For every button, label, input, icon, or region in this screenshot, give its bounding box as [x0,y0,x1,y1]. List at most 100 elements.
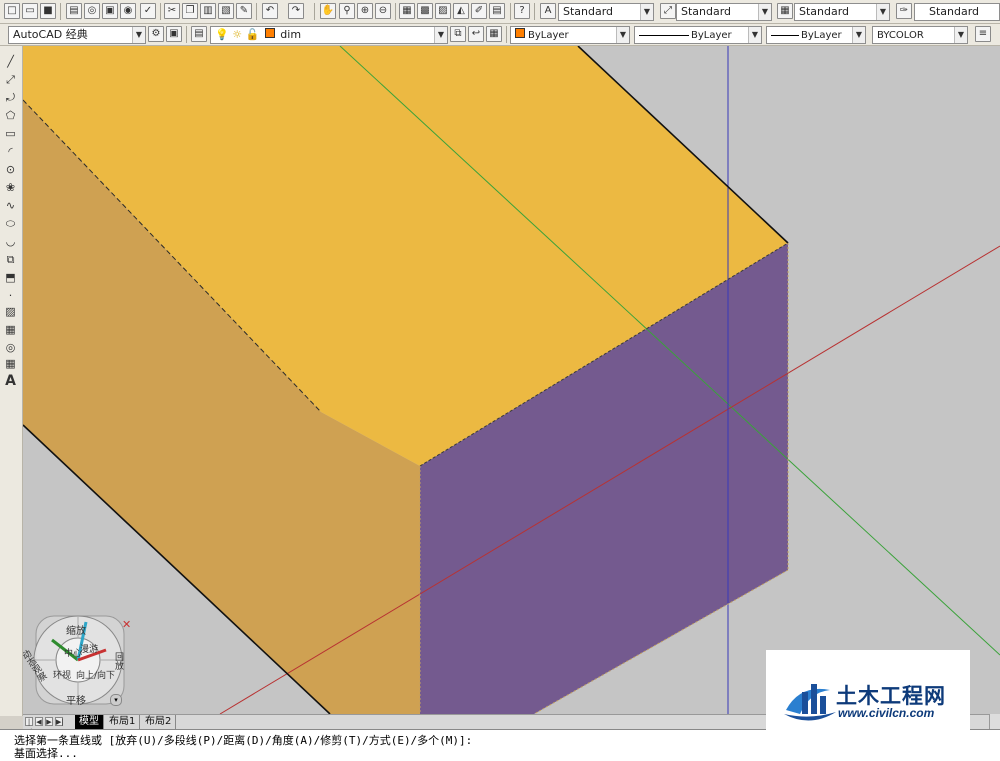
text-style-select[interactable]: Standard ▼ [558,3,654,21]
tab-layout2[interactable]: 布局2 [141,715,177,729]
prev-tab-icon[interactable]: ◀ [35,717,43,726]
markup-icon[interactable]: ✐ [471,3,487,19]
layer-previous-icon[interactable]: ↩ [468,26,484,42]
pan-realtime-icon[interactable]: ✋ [320,3,336,19]
block-editor-icon[interactable]: ✎ [236,3,252,19]
wheel-walk-label[interactable]: 漫游 [80,642,98,655]
insert-block-icon[interactable]: ⧉ [3,252,18,267]
point-icon[interactable]: · [3,288,18,303]
make-block-icon[interactable]: ⬒ [3,270,18,285]
plotstyle-select[interactable]: BYCOLOR ▼ [872,26,968,44]
region-icon[interactable]: ◎ [3,340,18,355]
zoom-previous-icon[interactable]: ⊖ [375,3,391,19]
draw-toolbar: ╱ ⤢ ⤾ ⬠ ▭ ◜ ⊙ ❀ ∿ ⬭ ◡ ⧉ ⬒ · ▨ ▦ ◎ ▦ A [0,46,23,716]
text-style-value: Standard [563,5,614,18]
construction-line-icon[interactable]: ⤢ [3,72,18,87]
lineweight-select[interactable]: ByLayer ▼ [766,26,866,44]
tab-model[interactable]: 模型 [75,715,104,729]
arc-icon[interactable]: ◜ [3,144,18,159]
horizontal-scrollbar[interactable] [989,714,1000,729]
publish-icon[interactable]: ▣ [102,3,118,19]
plotstyle-value: BYCOLOR [877,30,924,41]
table-style-icon[interactable]: ▦ [777,3,793,19]
text-style-icon[interactable]: A [540,3,556,19]
workspace-save-icon[interactable]: ▣ [166,26,182,42]
polygon-icon[interactable]: ⬠ [3,108,18,123]
tab-layout1[interactable]: 布局1 [105,715,141,729]
watermark: 土木工程网 www.civilcn.com [766,650,970,741]
multiline-text-icon[interactable]: A [3,374,18,389]
line-icon[interactable]: ╱ [3,54,18,69]
steering-wheel[interactable]: ✕ 缩放 动态观察 回放 中心 漫游 环视 向上/向下 平移 ▾ [23,612,132,712]
ellipse-arc-icon[interactable]: ◡ [3,234,18,249]
zoom-realtime-icon[interactable]: ⚲ [339,3,355,19]
spline-icon[interactable]: ∿ [3,198,18,213]
layer-value: dim [280,28,302,41]
table-icon[interactable]: ▦ [3,356,18,371]
properties-icon[interactable]: ▦ [399,3,415,19]
wheel-lookup-label[interactable]: 向上/向下 [76,668,115,681]
wheel-zoom-label[interactable]: 缩放 [66,622,86,637]
cut-icon[interactable]: ✂ [164,3,180,19]
etransmit-icon[interactable]: ✓ [140,3,156,19]
layer-color-swatch [264,28,275,38]
paste-icon[interactable]: ▥ [200,3,216,19]
quickcalc-icon[interactable]: ▤ [489,3,505,19]
chevron-down-icon: ▼ [758,4,771,20]
dim-style-icon[interactable]: ⤢ [660,3,676,19]
wheel-look-label[interactable]: 环视 [53,668,71,681]
make-object-layer-current-icon[interactable]: ⧉ [450,26,466,42]
workspace-select[interactable]: AutoCAD 经典 ▼ [8,26,146,44]
wheel-menu-icon[interactable]: ▾ [110,694,122,706]
plot-icon[interactable]: ▤ [66,3,82,19]
multileader-style-select[interactable]: Standard [914,3,1000,21]
hatch-icon[interactable]: ▨ [3,304,18,319]
polyline-icon[interactable]: ⤾ [3,90,18,105]
design-center-icon[interactable]: ▩ [417,3,433,19]
standard-toolbar: □ ▭ ■ ▤ ◎ ▣ ◉ ✓ ✂ ❐ ▥ ▧ ✎ ↶ ↷ ✋ ⚲ ⊕ ⊖ ▦ … [0,0,1000,24]
color-select[interactable]: ByLayer ▼ [510,26,630,44]
workspace-value: AutoCAD 经典 [13,28,88,41]
linetype-sample [639,34,689,36]
sheet-set-icon[interactable]: ◭ [453,3,469,19]
next-tab-icon[interactable]: ▶ [45,717,53,726]
last-tab-icon[interactable]: ▶| [55,717,64,726]
3d-dwf-icon[interactable]: ◉ [120,3,136,19]
save-icon[interactable]: ■ [40,3,56,19]
toolbar-overflow-icon[interactable]: ≡ [975,26,991,42]
layer-manager-icon[interactable]: ▤ [191,26,207,42]
tool-palettes-icon[interactable]: ▨ [435,3,451,19]
zoom-window-icon[interactable]: ⊕ [357,3,373,19]
command-prompt-line: 基面选择... [14,747,78,760]
watermark-url: www.civilcn.com [838,706,935,720]
open-icon[interactable]: ▭ [22,3,38,19]
chevron-down-icon: ▼ [876,4,889,20]
color-swatch [515,28,525,38]
layer-state-icon[interactable]: ▦ [486,26,502,42]
layer-select[interactable]: 💡 ☼ 🔓 dim ▼ [210,26,448,44]
match-properties-icon[interactable]: ▧ [218,3,234,19]
help-icon[interactable]: ? [514,3,530,19]
dim-style-select[interactable]: Standard ▼ [676,3,772,21]
linetype-select[interactable]: ByLayer ▼ [634,26,762,44]
revision-cloud-icon[interactable]: ❀ [3,180,18,195]
workspace-settings-icon[interactable]: ⚙ [148,26,164,42]
dim-style-value: Standard [681,5,732,18]
multileader-style-icon[interactable]: ✑ [896,3,912,19]
redo-icon[interactable]: ↷ [288,3,304,19]
undo-icon[interactable]: ↶ [262,3,278,19]
wheel-pan-label[interactable]: 平移 [66,692,86,707]
rectangle-icon[interactable]: ▭ [3,126,18,141]
plot-preview-icon[interactable]: ◎ [84,3,100,19]
circle-icon[interactable]: ⊙ [3,162,18,177]
gradient-icon[interactable]: ▦ [3,322,18,337]
watermark-logo-icon [784,684,836,721]
ellipse-icon[interactable]: ⬭ [3,216,18,231]
table-style-select[interactable]: Standard ▼ [794,3,890,21]
first-tab-icon[interactable]: |◀ [25,717,33,735]
chevron-down-icon: ▼ [954,27,967,43]
drawing-viewport[interactable]: ✕ 缩放 动态观察 回放 中心 漫游 环视 向上/向下 平移 ▾ [23,46,1000,714]
new-icon[interactable]: □ [4,3,20,19]
model-drawing [23,46,1000,714]
copy-icon[interactable]: ❐ [182,3,198,19]
